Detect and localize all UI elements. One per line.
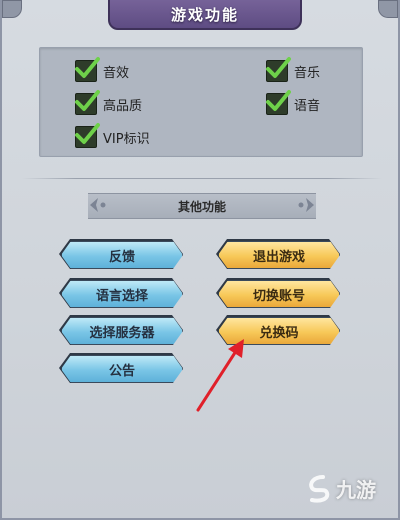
title-plate: 游戏功能 xyxy=(108,0,302,30)
toggle-voice[interactable]: 语音 xyxy=(266,90,321,116)
watermark-text: 九游 xyxy=(336,478,376,502)
annotation-arrow-icon xyxy=(196,339,244,412)
watermark-logo: 九游 xyxy=(306,474,376,503)
ornament-right-icon xyxy=(298,198,314,212)
toggle-high-quality[interactable]: 高品质 xyxy=(75,90,143,116)
toggle-sound-effects[interactable]: 音效 xyxy=(75,57,130,83)
game-settings-panel: 游戏功能 音效 音乐 高品质 语音 VIP标识 其他功能 反馈 语言选择 选择服… xyxy=(0,0,400,520)
switch-account-button[interactable]: 切换账号 xyxy=(218,280,340,308)
feedback-button-label: 反馈 xyxy=(108,249,135,265)
option-label: 音乐 xyxy=(294,65,321,81)
notice-button[interactable]: 公告 xyxy=(61,355,183,383)
option-label: 音效 xyxy=(103,65,130,81)
server-button-label: 选择服务器 xyxy=(89,325,155,341)
option-label: VIP标识 xyxy=(103,131,150,147)
jiuyou-logo-icon xyxy=(309,474,330,503)
option-label: 高品质 xyxy=(103,98,143,114)
ornament-left-icon xyxy=(90,198,106,212)
exit-game-button-label: 退出游戏 xyxy=(252,249,305,265)
checkbox-checked-icon xyxy=(75,90,100,115)
select-server-button[interactable]: 选择服务器 xyxy=(61,317,183,345)
panel-corner-ornament xyxy=(2,0,22,18)
section-divider xyxy=(22,178,382,179)
exit-game-button[interactable]: 退出游戏 xyxy=(218,241,340,269)
section-title: 其他功能 xyxy=(177,199,226,214)
notice-button-label: 公告 xyxy=(108,363,135,379)
language-button-label: 语言选择 xyxy=(95,288,148,304)
option-label: 语音 xyxy=(294,98,321,114)
checkbox-checked-icon xyxy=(266,90,291,115)
panel-corner-ornament xyxy=(378,0,398,18)
checkbox-checked-icon xyxy=(75,123,100,148)
switch-account-button-label: 切换账号 xyxy=(252,288,305,304)
checkbox-checked-icon xyxy=(75,57,100,82)
settings-options-box: 音效 音乐 高品质 语音 VIP标识 xyxy=(39,47,363,157)
redeem-code-button-label: 兑换码 xyxy=(259,325,299,341)
toggle-music[interactable]: 音乐 xyxy=(266,57,321,83)
checkbox-checked-icon xyxy=(266,57,291,82)
toggle-vip-badge[interactable]: VIP标识 xyxy=(75,123,150,149)
language-select-button[interactable]: 语言选择 xyxy=(61,280,183,308)
panel-title: 游戏功能 xyxy=(170,5,239,24)
other-functions-header: 其他功能 xyxy=(88,193,316,219)
feedback-button[interactable]: 反馈 xyxy=(61,241,183,269)
